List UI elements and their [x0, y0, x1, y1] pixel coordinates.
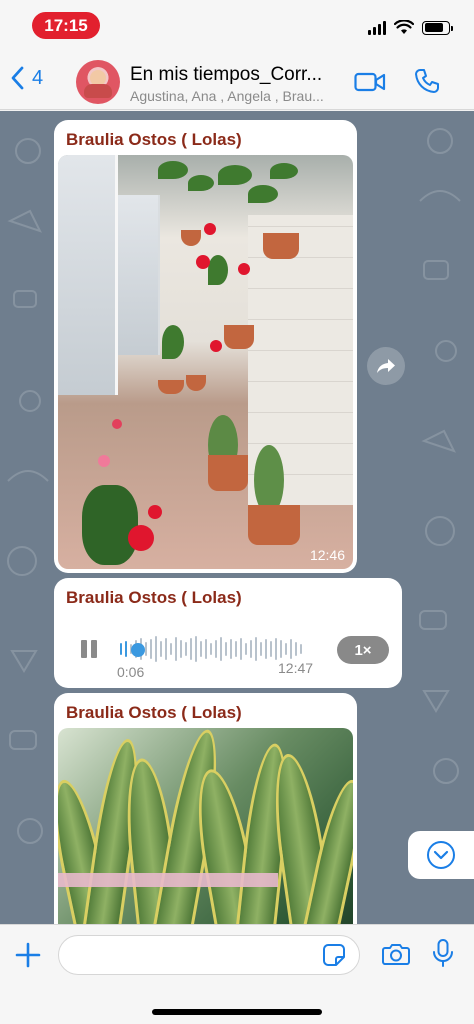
window-frame — [118, 195, 160, 355]
snake-plants-photo[interactable] — [58, 728, 353, 924]
status-icons — [368, 20, 453, 35]
microphone-icon — [433, 939, 453, 967]
message-input[interactable] — [58, 935, 360, 975]
chat-participants[interactable]: Agustina, Ana , Angela , Brau... — [130, 88, 342, 104]
video-call-button[interactable] — [354, 72, 386, 97]
battery-icon — [422, 20, 453, 35]
pause-icon — [81, 640, 97, 658]
balcony-plants-photo[interactable]: 12:46 — [58, 155, 353, 569]
chat-area[interactable]: Braulia Ostos ( Lolas) 12:46 Braulia Ost… — [0, 111, 474, 924]
chevron-left-icon — [11, 66, 24, 90]
voice-call-button[interactable] — [414, 68, 440, 99]
sticker-icon — [323, 944, 345, 966]
message-bubble-image[interactable]: Braulia Ostos ( Lolas) — [54, 693, 357, 924]
voice-waveform[interactable] — [120, 634, 302, 664]
sender-name[interactable]: Braulia Ostos ( Lolas) — [66, 130, 242, 150]
chat-header: 4 En mis tiempos_Corr... Agustina, Ana ,… — [0, 52, 474, 110]
chat-title[interactable]: En mis tiempos_Corr... — [130, 64, 342, 86]
share-button[interactable] — [367, 347, 405, 385]
share-forward-icon — [377, 359, 395, 373]
chevron-down-icon — [427, 841, 455, 869]
message-time: 12:46 — [309, 547, 345, 563]
message-time: 12:47 — [278, 660, 314, 676]
sender-name[interactable]: Braulia Ostos ( Lolas) — [66, 588, 242, 608]
window-frame — [58, 155, 118, 395]
message-input-bar — [0, 924, 474, 1024]
sticker-button[interactable] — [322, 943, 346, 972]
playback-speed-button[interactable]: 1× — [337, 636, 389, 664]
video-call-icon — [354, 72, 386, 92]
playback-position-handle[interactable] — [131, 643, 145, 657]
phone-icon — [415, 69, 439, 93]
scroll-to-bottom-button[interactable] — [408, 831, 474, 879]
status-bar: 17:15 — [0, 0, 474, 52]
message-bubble-voice[interactable]: Braulia Ostos ( Lolas) 0:06 12:47 1× — [54, 578, 402, 688]
cellular-signal-icon — [368, 20, 386, 35]
microphone-button[interactable] — [432, 938, 454, 973]
status-time: 17:15 — [32, 12, 100, 39]
add-attachment-button[interactable] — [14, 941, 42, 974]
pause-button[interactable] — [80, 639, 98, 664]
group-avatar[interactable] — [76, 60, 120, 104]
back-button[interactable]: 4 — [10, 66, 43, 90]
unread-count: 4 — [32, 66, 44, 89]
plus-icon — [15, 942, 41, 968]
wifi-icon — [394, 20, 414, 34]
camera-icon — [382, 944, 410, 965]
home-indicator — [152, 1009, 322, 1015]
voice-duration: 0:06 — [117, 664, 145, 680]
camera-button[interactable] — [382, 942, 410, 971]
message-bubble-image[interactable]: Braulia Ostos ( Lolas) — [54, 120, 357, 573]
sender-name[interactable]: Braulia Ostos ( Lolas) — [66, 703, 242, 723]
